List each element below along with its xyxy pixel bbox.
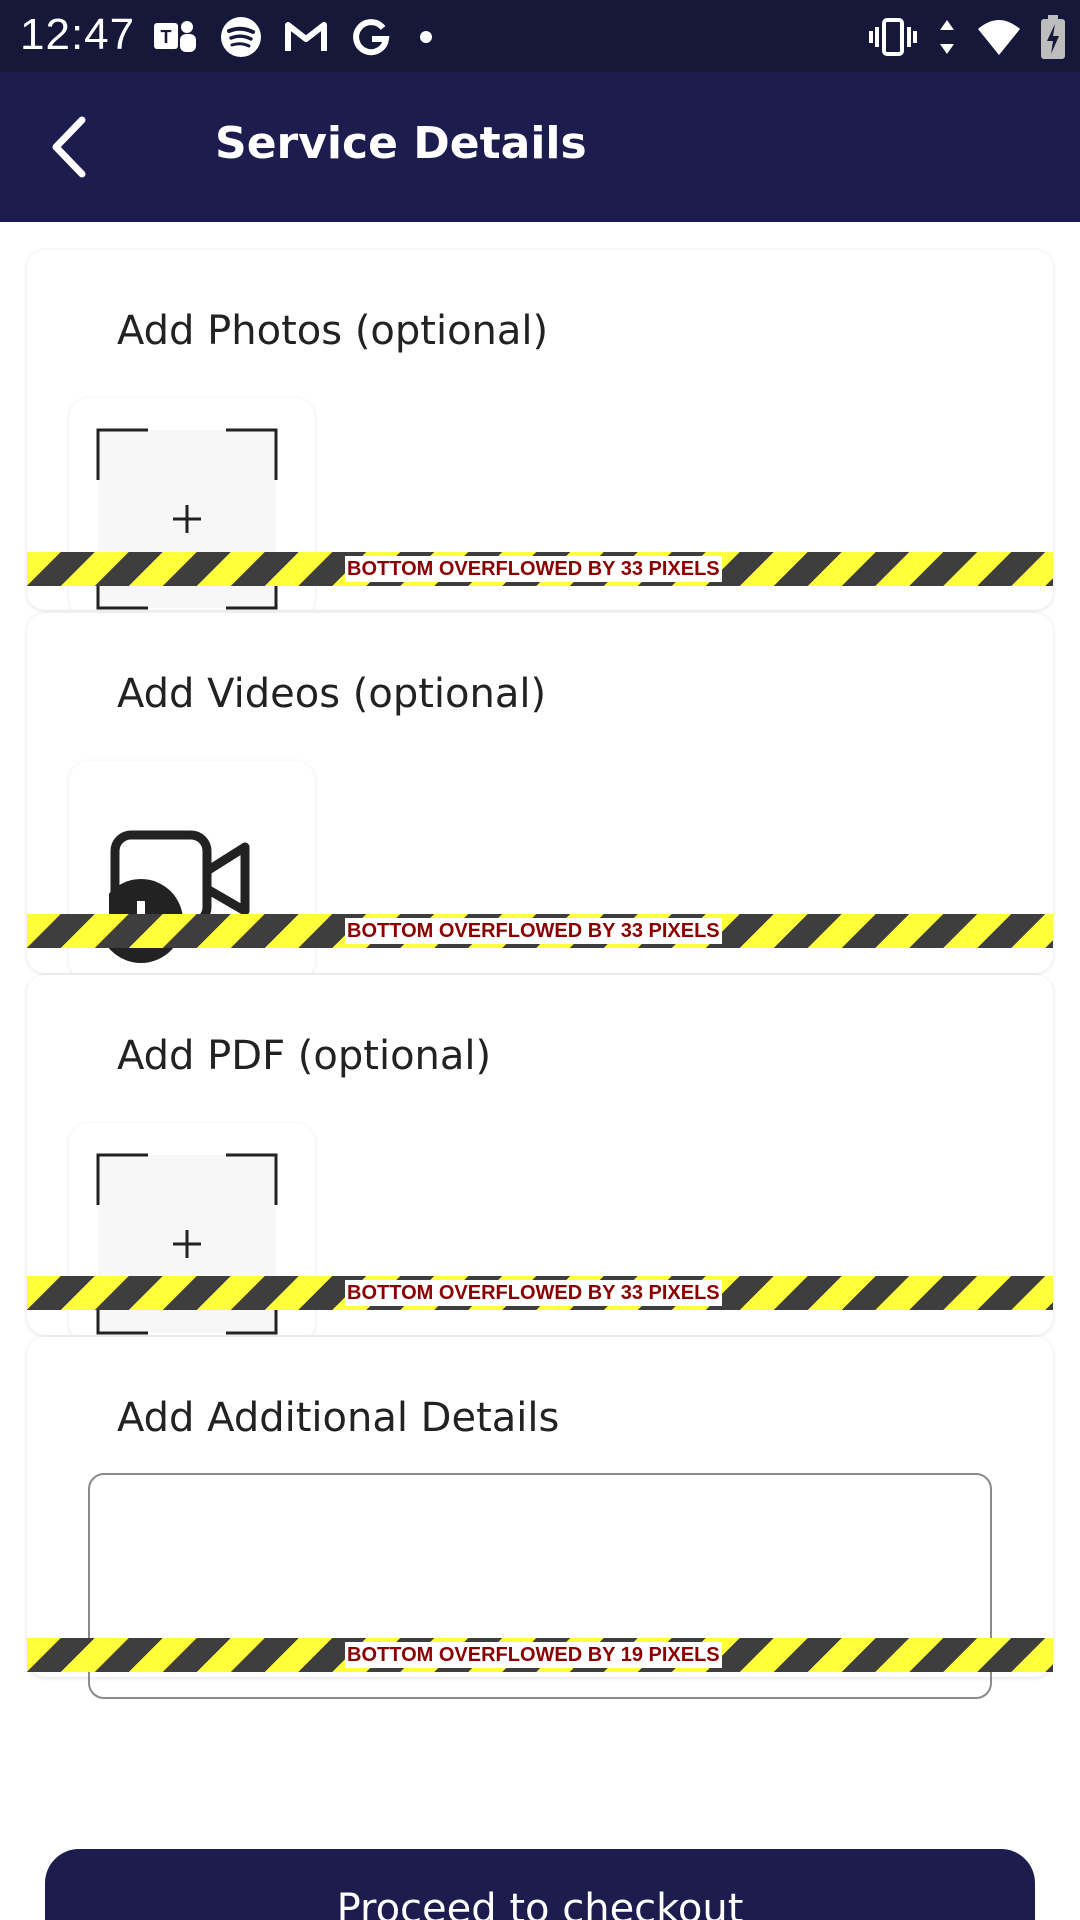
wifi-icon: [976, 17, 1022, 57]
vibrate-icon: [868, 17, 918, 57]
status-time: 12:47: [20, 10, 136, 59]
overflow-warning: BOTTOM OVERFLOWED BY 33 PIXELS: [27, 552, 1053, 586]
overflow-warning: BOTTOM OVERFLOWED BY 33 PIXELS: [27, 1276, 1053, 1310]
data-arrows-icon: [936, 17, 958, 57]
pdf-title: Add PDF (optional): [117, 1033, 492, 1079]
proceed-to-checkout-button[interactable]: Proceed to checkout: [45, 1849, 1035, 1920]
svg-text:T: T: [161, 27, 172, 47]
photos-title: Add Photos (optional): [117, 308, 549, 354]
overflow-warning: BOTTOM OVERFLOWED BY 19 PIXELS: [27, 1638, 1053, 1672]
status-bar: 12:47 T: [0, 0, 1080, 72]
battery-charging-icon: [1040, 14, 1066, 60]
notification-icons: T: [152, 12, 438, 62]
google-icon: [350, 16, 392, 58]
back-button[interactable]: [36, 114, 102, 180]
video-camera-add-icon: [109, 830, 250, 963]
page-title: Service Details: [215, 118, 587, 169]
system-icons: [868, 12, 1066, 62]
teams-icon: T: [152, 17, 198, 57]
gmail-icon: [284, 19, 328, 55]
overflow-warning-text: BOTTOM OVERFLOWED BY 33 PIXELS: [345, 1280, 722, 1306]
overflow-warning: BOTTOM OVERFLOWED BY 33 PIXELS: [27, 914, 1053, 948]
dot-icon: [414, 25, 438, 49]
overflow-warning-text: BOTTOM OVERFLOWED BY 33 PIXELS: [345, 556, 722, 582]
overflow-warning-text: BOTTOM OVERFLOWED BY 33 PIXELS: [345, 918, 722, 944]
overflow-warning-text: BOTTOM OVERFLOWED BY 19 PIXELS: [345, 1642, 722, 1668]
arrow-back-icon: [49, 115, 89, 179]
spotify-icon: [220, 16, 262, 58]
details-title: Add Additional Details: [117, 1395, 560, 1441]
app-bar: Service Details: [0, 72, 1080, 222]
videos-title: Add Videos (optional): [117, 671, 547, 717]
